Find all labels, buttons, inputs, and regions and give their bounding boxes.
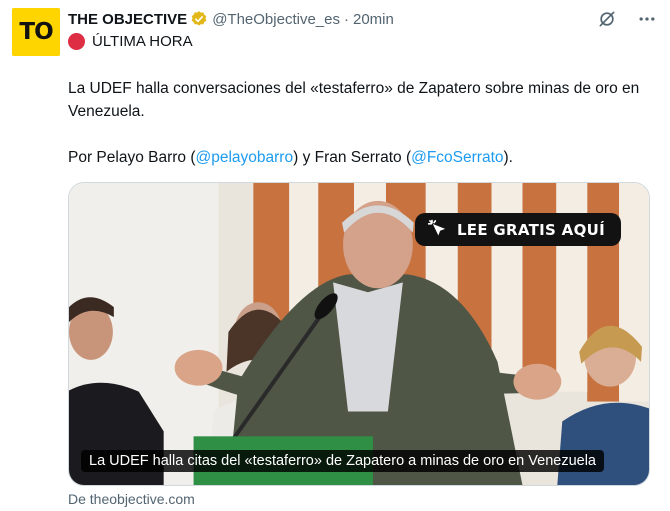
breaking-news-label: ÚLTIMA HORA bbox=[68, 33, 193, 50]
breaking-label-text: ÚLTIMA HORA bbox=[92, 33, 193, 50]
red-circle-icon bbox=[68, 33, 85, 50]
avatar-initials: TO bbox=[19, 19, 53, 45]
byline-middle: ) y Fran Serrato ( bbox=[293, 149, 412, 166]
tweet-text: La UDEF halla conversaciones del «testaf… bbox=[68, 77, 658, 123]
read-free-label: LEE GRATIS AQUÍ bbox=[456, 220, 605, 239]
author-name[interactable]: THE OBJECTIVE bbox=[68, 11, 187, 28]
card-caption: La UDEF halla citas del «testaferro» de … bbox=[81, 450, 604, 472]
mention-pelayobarro[interactable]: @pelayobarro bbox=[196, 149, 294, 166]
byline: Por Pelayo Barro (@pelayobarro) y Fran S… bbox=[68, 146, 513, 169]
byline-prefix: Por Pelayo Barro ( bbox=[68, 149, 196, 166]
timestamp[interactable]: 20min bbox=[353, 11, 394, 28]
separator-dot: · bbox=[343, 10, 349, 28]
byline-suffix: ). bbox=[503, 149, 513, 166]
gold-verified-icon[interactable] bbox=[190, 10, 208, 28]
more-options-icon[interactable] bbox=[636, 8, 658, 30]
tweet-text-paragraph: La UDEF halla conversaciones del «testaf… bbox=[68, 80, 640, 120]
card-source-link[interactable]: De theobjective.com bbox=[68, 491, 195, 507]
header-actions bbox=[596, 8, 658, 30]
tweet-header: THE OBJECTIVE @TheObjective_es · 20min bbox=[68, 8, 658, 30]
link-card[interactable]: LEE GRATIS AQUÍ La UDEF halla citas del … bbox=[68, 182, 650, 486]
avatar[interactable]: TO bbox=[12, 8, 60, 56]
grok-icon[interactable] bbox=[596, 8, 618, 30]
author-handle[interactable]: @TheObjective_es bbox=[212, 11, 340, 28]
read-free-button[interactable]: LEE GRATIS AQUÍ bbox=[414, 213, 621, 246]
mention-fcoserrato[interactable]: @FcoSerrato bbox=[411, 149, 503, 166]
cursor-click-icon bbox=[427, 218, 447, 242]
